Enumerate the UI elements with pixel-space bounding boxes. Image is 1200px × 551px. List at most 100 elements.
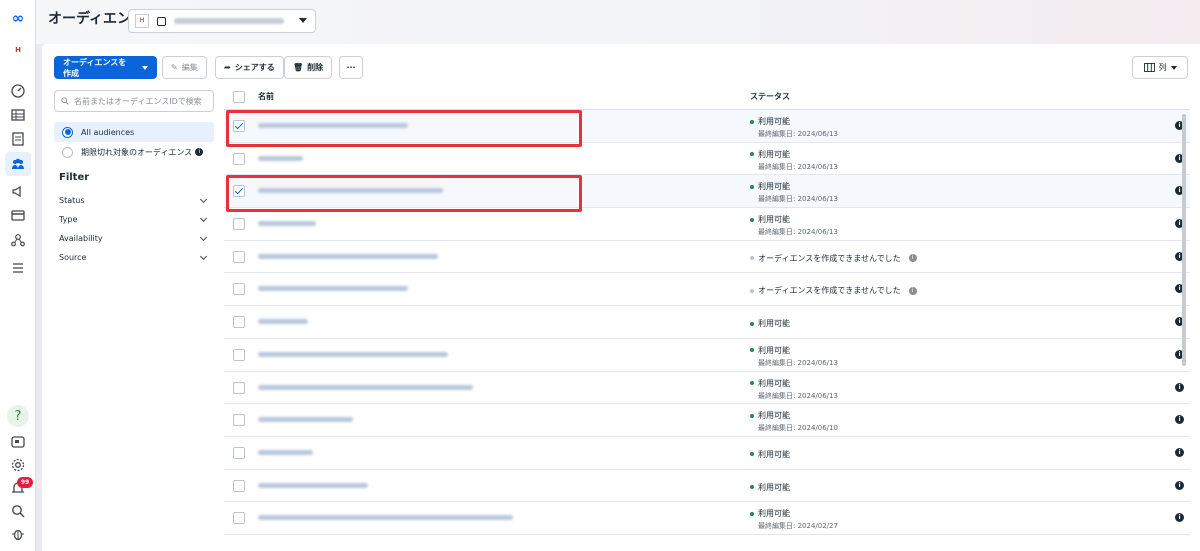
table-icon[interactable] [8, 105, 28, 125]
audience-name-blurred[interactable] [258, 482, 368, 488]
create-audience-button[interactable]: オーディエンスを作成 [54, 56, 157, 79]
column-header-name[interactable]: 名前 [258, 91, 274, 102]
audiences-icon[interactable] [5, 152, 31, 176]
status-cell: 利用可能 最終編集日: 2024/06/13 [750, 345, 838, 368]
select-all-checkbox[interactable] [233, 91, 245, 103]
news-icon[interactable] [8, 432, 28, 452]
audience-name-blurred[interactable] [258, 384, 473, 390]
table-row[interactable]: オーディエンスを作成できませんでした i i [224, 273, 1190, 307]
filter-type[interactable]: Type [59, 214, 209, 224]
delete-button[interactable]: 🗑 削除 [284, 56, 333, 79]
last-edited-text: 最終編集日: 2024/06/13 [758, 391, 838, 400]
info-icon[interactable]: i [908, 254, 917, 263]
filter-expiring-audiences[interactable]: 期限切れ対象のオーディエンス i [54, 142, 214, 162]
columns-label: 列 [1158, 63, 1167, 72]
more-options-button[interactable]: ··· [339, 56, 363, 79]
search-input[interactable]: 名前またはオーディエンスIDで検索 [54, 90, 214, 112]
table-header: 名前 ステータス [224, 84, 1190, 110]
audience-name-blurred[interactable] [258, 319, 308, 325]
chevron-down-icon [1170, 65, 1177, 70]
row-checkbox[interactable] [233, 152, 245, 165]
chevron-down-icon [299, 18, 307, 23]
account-selector[interactable]: H [128, 9, 316, 33]
table-row[interactable]: 利用可能 i [224, 470, 1190, 503]
info-icon[interactable]: i [1175, 480, 1184, 490]
table-row[interactable]: 利用可能 最終編集日: 2024/06/13 i [224, 339, 1190, 372]
share-button[interactable]: ➦ シェアする [215, 56, 284, 79]
account-logo[interactable]: H [8, 40, 28, 60]
table-row[interactable]: 利用可能 最終編集日: 2024/02/27 i [224, 502, 1190, 535]
status-dot-icon [750, 152, 754, 157]
row-checkbox[interactable] [233, 512, 245, 525]
audience-name-blurred[interactable] [258, 449, 313, 455]
status-cell: 利用可能 [750, 318, 790, 329]
status-text: 利用可能 [758, 215, 790, 225]
network-icon[interactable] [8, 230, 28, 250]
info-icon[interactable]: i [1175, 382, 1184, 392]
audience-name-blurred[interactable] [258, 417, 353, 423]
audience-name-blurred[interactable] [258, 351, 448, 357]
reports-icon[interactable] [8, 129, 28, 149]
billing-icon[interactable] [8, 205, 28, 225]
row-checkbox[interactable] [233, 446, 245, 459]
filter-all-audiences[interactable]: All audiences [54, 122, 214, 142]
filter-availability-label: Availability [59, 234, 103, 243]
row-checkbox[interactable] [233, 348, 245, 361]
info-icon[interactable]: i [908, 286, 917, 295]
column-header-status[interactable]: ステータス [750, 91, 790, 102]
dashboard-icon[interactable] [8, 80, 28, 100]
table-scrollbar[interactable] [1182, 114, 1186, 366]
audience-name-blurred[interactable] [258, 221, 316, 227]
search-icon [61, 97, 69, 105]
search-icon[interactable] [8, 501, 28, 521]
status-cell: 利用可能 最終編集日: 2024/06/13 [750, 149, 838, 172]
settings-icon[interactable] [8, 455, 28, 475]
top-bar: オーディエンス H [36, 0, 1200, 44]
radio-all-audiences[interactable] [62, 126, 73, 138]
row-checkbox[interactable] [233, 316, 245, 329]
chevron-down-icon [199, 214, 208, 222]
row-checkbox[interactable] [233, 283, 245, 296]
help-icon[interactable]: ? [7, 405, 29, 427]
filter-source[interactable]: Source [59, 252, 209, 262]
status-text: 利用可能 [758, 482, 790, 492]
audience-name-blurred[interactable] [258, 515, 513, 521]
edit-button[interactable]: ✎ 編集 [162, 56, 207, 79]
table-row[interactable]: 利用可能 i [224, 437, 1190, 470]
columns-button[interactable]: 列 [1132, 56, 1188, 79]
table-row[interactable]: 利用可能 最終編集日: 2024/06/13 i [224, 208, 1190, 241]
info-icon[interactable]: i [1175, 513, 1184, 523]
chevron-down-icon [142, 65, 148, 70]
meta-logo-icon[interactable]: ∞ [8, 8, 28, 28]
audience-name-blurred[interactable] [258, 253, 438, 259]
pencil-icon: ✎ [171, 63, 178, 72]
info-icon[interactable]: i [1175, 447, 1184, 457]
row-checkbox[interactable] [233, 414, 245, 427]
status-cell: 利用可能 最終編集日: 2024/06/13 [750, 214, 838, 237]
info-icon[interactable]: i [1175, 415, 1184, 425]
left-nav-rail: ∞ H ? 99 [0, 0, 36, 551]
row-checkbox[interactable] [233, 381, 245, 394]
table-row[interactable]: 利用可能最終編集日: 2024/06/10 i [224, 404, 1190, 437]
menu-icon[interactable] [8, 258, 28, 278]
row-checkbox[interactable] [233, 479, 245, 492]
audience-name-blurred[interactable] [258, 155, 303, 161]
last-edited-text: 最終編集日: 2024/06/10 [758, 424, 838, 433]
table-row[interactable]: 利用可能 最終編集日: 2024/06/13 i [224, 143, 1190, 176]
trash-icon: 🗑 [293, 63, 304, 72]
table-row[interactable]: 利用可能 i [224, 306, 1190, 339]
highlight-box-row-3 [226, 175, 582, 212]
audience-name-blurred[interactable] [258, 286, 408, 292]
status-text: 利用可能 [758, 411, 790, 421]
filter-status[interactable]: Status [59, 195, 209, 205]
table-row[interactable]: 利用可能 最終編集日: 2024/06/13 i [224, 372, 1190, 405]
filter-availability[interactable]: Availability [59, 233, 209, 243]
radio-expiring-audiences[interactable] [62, 146, 73, 158]
table-row[interactable]: オーディエンスを作成できませんでした i i [224, 241, 1190, 274]
bug-icon[interactable] [8, 524, 28, 544]
info-icon[interactable]: i [195, 148, 204, 156]
row-checkbox[interactable] [233, 250, 245, 263]
campaign-icon[interactable] [8, 181, 28, 201]
row-checkbox[interactable] [233, 218, 245, 231]
status-text: 利用可能 [758, 509, 790, 519]
